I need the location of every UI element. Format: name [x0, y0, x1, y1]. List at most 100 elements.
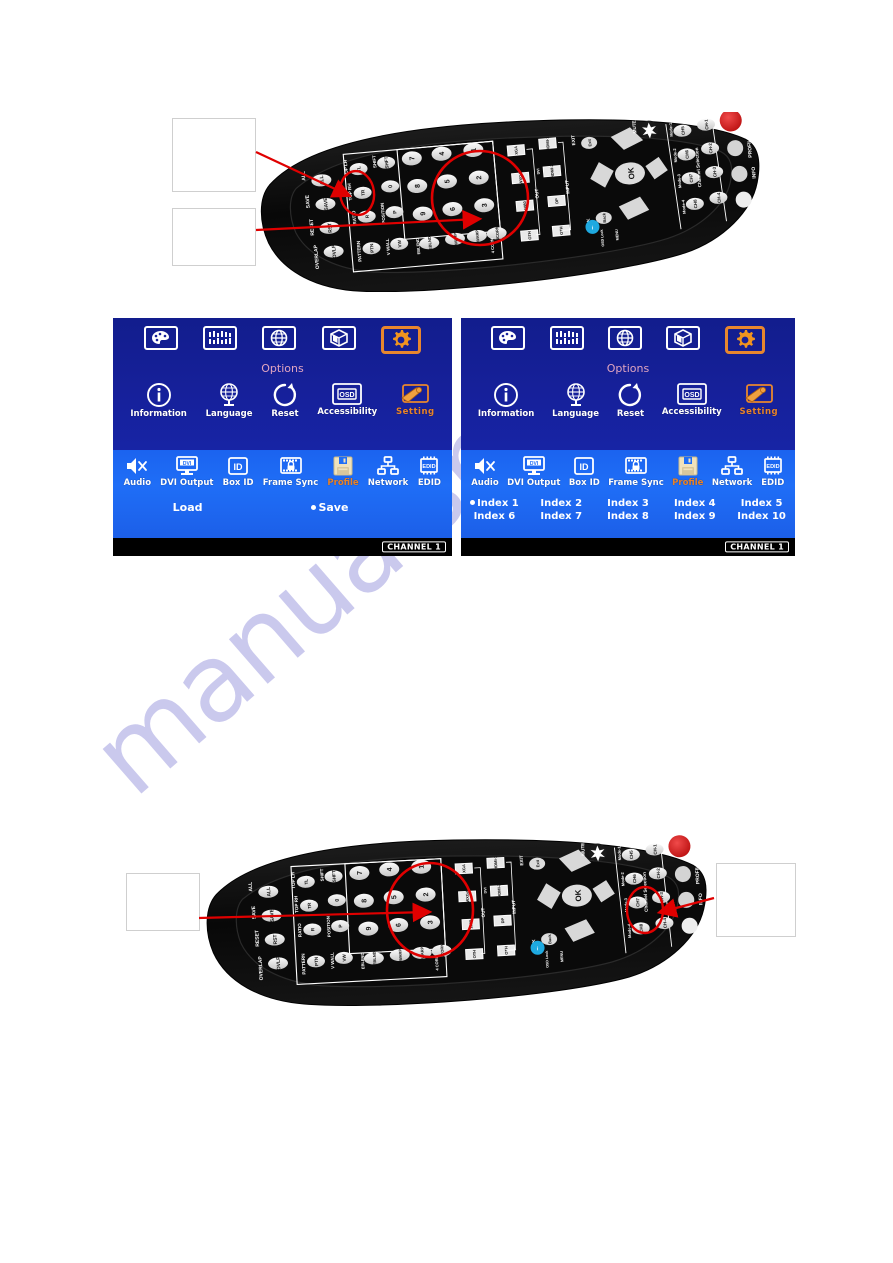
osd-item-network[interactable]: Network: [368, 455, 408, 488]
callout-bottom-left: [126, 873, 200, 931]
osd-item-audio-label: Audio: [123, 478, 152, 488]
index-item-5-label: Index 5: [740, 498, 783, 509]
svg-text:POWER: POWER: [691, 835, 698, 855]
wrench-screen-icon: [400, 382, 430, 406]
osd-item-box-id[interactable]: ID Box ID: [223, 455, 254, 488]
svg-text:8: 8: [415, 184, 422, 189]
svg-text:TL: TL: [304, 879, 309, 885]
osd-item-frame-sync[interactable]: Frame Sync: [262, 455, 319, 488]
svg-text:3: 3: [482, 203, 489, 208]
action-save[interactable]: Save: [262, 501, 398, 514]
osd-item-equalizer[interactable]: [203, 326, 238, 350]
speaker-mute-icon: [473, 455, 497, 477]
osd-item-palette[interactable]: [491, 326, 526, 350]
top-remote-figure: ALL SAVE RST OVLP ALL SAVE RESET OVERLAP…: [250, 112, 770, 292]
osd-item-palette[interactable]: [143, 326, 178, 350]
osd-item-information[interactable]: Information: [478, 382, 534, 419]
osd-item-language[interactable]: Language: [206, 382, 253, 419]
edid-chip-icon: EDID: [761, 455, 785, 477]
svg-text:TR: TR: [360, 189, 366, 196]
osd-item-frame-sync-label: Frame Sync: [262, 478, 319, 488]
osd-item-audio-label: Audio: [471, 478, 499, 488]
osd-item-globe[interactable]: [607, 326, 642, 350]
svg-text:POWER: POWER: [742, 112, 750, 129]
svg-text:RATIO: RATIO: [297, 923, 303, 938]
svg-text:6: 6: [396, 923, 403, 927]
palette-icon: [143, 326, 178, 350]
svg-text:CH5: CH5: [680, 126, 686, 136]
svg-text:WARP: WARP: [397, 949, 403, 962]
svg-text:TL: TL: [356, 166, 361, 172]
osd-right-footer: CHANNEL 1: [461, 538, 795, 556]
action-load[interactable]: Load: [113, 501, 262, 514]
osd-item-equalizer[interactable]: [549, 326, 584, 350]
osd-item-reset[interactable]: Reset: [617, 382, 644, 419]
osd-item-setting[interactable]: Setting: [740, 382, 779, 417]
callout-bottom-right: [716, 863, 796, 937]
svg-text:SAVE: SAVE: [251, 905, 258, 919]
index-item-5[interactable]: Index 5: [728, 498, 795, 509]
svg-text:EBLND: EBLND: [372, 951, 378, 965]
index-item-9[interactable]: Index 9: [661, 511, 728, 522]
osd-item-setting[interactable]: Setting: [396, 382, 435, 417]
svg-text:DP: DP: [554, 198, 559, 204]
svg-text:DVI: DVI: [536, 168, 541, 174]
osd-item-audio[interactable]: Audio: [471, 455, 499, 488]
osd-item-information[interactable]: Information: [130, 382, 187, 419]
index-item-2[interactable]: Index 2: [528, 498, 595, 509]
index-item-7[interactable]: Index 7: [528, 511, 595, 522]
svg-text:6: 6: [450, 207, 457, 212]
svg-text:VW: VW: [397, 239, 403, 247]
refresh-icon: [272, 382, 298, 408]
osd-item-profile[interactable]: Profile: [327, 455, 359, 488]
osd-item-accessibility[interactable]: OSD Accessibility: [317, 382, 377, 417]
osd-item-cube[interactable]: [321, 326, 356, 350]
osd-item-profile[interactable]: Profile: [672, 455, 703, 488]
svg-text:DVI: DVI: [530, 461, 539, 467]
svg-text:1080: 1080: [468, 919, 473, 929]
osd-item-reset[interactable]: Reset: [271, 382, 299, 419]
lock-screen-icon: [624, 455, 648, 477]
gear-icon: [381, 326, 422, 354]
osd-item-dvi-output[interactable]: DVI DVI Output: [160, 455, 213, 488]
svg-text:DP: DP: [500, 917, 505, 923]
index-item-8[interactable]: Index 8: [595, 511, 662, 522]
svg-text:INFO: INFO: [698, 893, 705, 905]
svg-text:XGA: XGA: [513, 146, 519, 155]
index-item-3[interactable]: Index 3: [595, 498, 662, 509]
osd-item-dvi-output[interactable]: DVI DVI Output: [507, 455, 560, 488]
index-item-1[interactable]: Index 1: [461, 498, 528, 509]
osd-item-gear[interactable]: [724, 326, 765, 354]
svg-text:EXIT: EXIT: [570, 135, 576, 146]
svg-text:HDMI-2: HDMI-2: [496, 883, 502, 898]
osd-item-network-label: Network: [367, 478, 409, 488]
osd-item-accessibility[interactable]: OSD Accessibility: [662, 382, 722, 417]
svg-text:RST: RST: [327, 222, 334, 232]
index-item-10[interactable]: Index 10: [728, 511, 795, 522]
osd-item-edid[interactable]: EDID EDID: [761, 455, 785, 488]
osd-item-network[interactable]: Network: [712, 455, 752, 488]
osd-item-language[interactable]: Language: [552, 382, 599, 419]
osd-left-footer: CHANNEL 1: [113, 538, 452, 556]
index-item-4[interactable]: Index 4: [661, 498, 728, 509]
svg-text:CH-3: CH-3: [712, 166, 718, 177]
floppy-disk-icon: [332, 455, 354, 477]
osd-item-box-id[interactable]: ID Box ID: [569, 455, 600, 488]
index-item-6[interactable]: Index 6: [461, 511, 528, 522]
selection-bullet: [470, 500, 476, 505]
osd-item-edid[interactable]: EDID EDID: [417, 455, 441, 488]
svg-text:4CORN: 4CORN: [439, 944, 445, 958]
svg-text:ID: ID: [580, 462, 590, 472]
osd-item-frame-sync[interactable]: Frame Sync: [608, 455, 664, 488]
svg-text:CH-3: CH-3: [659, 891, 665, 902]
osd-item-cube[interactable]: [666, 326, 701, 350]
osd-item-audio[interactable]: Audio: [124, 455, 151, 488]
cube-icon: [666, 326, 701, 350]
osd-item-globe[interactable]: [262, 326, 297, 350]
svg-text:OTH: OTH: [527, 231, 533, 240]
svg-text:OSD: OSD: [684, 392, 699, 399]
osd-left-top-icon-row: [113, 326, 452, 354]
osd-item-gear[interactable]: [381, 326, 422, 354]
svg-text:ALL: ALL: [248, 882, 255, 892]
svg-text:PTN: PTN: [369, 243, 375, 253]
